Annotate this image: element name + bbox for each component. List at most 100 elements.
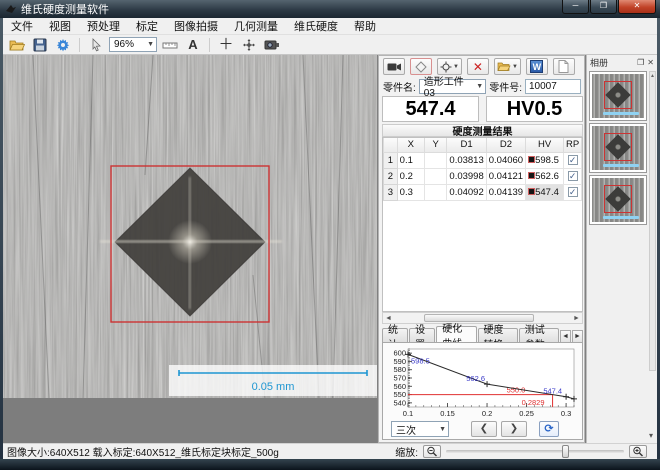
- tab-hardness-conversion[interactable]: 硬度转换: [478, 328, 518, 343]
- open-part-button[interactable]: ▼: [494, 58, 521, 75]
- main-toolbar: 96% ▼ A ＋: [3, 35, 657, 55]
- col-y: Y: [424, 138, 447, 152]
- part-info-row: 零件名: 造形工件03 ▼ 零件号:: [383, 78, 581, 94]
- album-thumbnail[interactable]: [589, 175, 647, 225]
- status-info-text: 图像大小:640X512 载入标定:640X512_维氏标定块标定_500g: [7, 444, 279, 459]
- table-row[interactable]: 1 0.1 0.03813 0.04060 598.5 ✓: [384, 152, 582, 168]
- scale-bar: 0.05 mm: [169, 365, 377, 396]
- zoom-out-button[interactable]: [423, 445, 441, 458]
- crosshair-tool[interactable]: ＋: [216, 36, 236, 53]
- word-icon: W: [530, 60, 543, 73]
- measure-ruler-icon[interactable]: [160, 36, 180, 53]
- save-button[interactable]: [30, 36, 50, 53]
- rp-checkbox[interactable]: ✓: [568, 155, 578, 165]
- table-row[interactable]: 2 0.2 0.03998 0.04121 562.6 ✓: [384, 168, 582, 184]
- zoom-slider-handle[interactable]: [562, 445, 569, 458]
- close-button[interactable]: ✕: [618, 0, 656, 14]
- capture-camera-button[interactable]: [383, 58, 405, 75]
- zoom-slider[interactable]: [446, 450, 624, 453]
- rp-checkbox[interactable]: ✓: [568, 171, 578, 181]
- menu-calibration[interactable]: 标定: [128, 17, 166, 35]
- album-panel: 相册 ❐ ✕: [586, 55, 657, 443]
- specimen-micrograph[interactable]: 0.05 mm: [3, 55, 377, 398]
- svg-text:0.25: 0.25: [519, 409, 534, 418]
- minimize-button[interactable]: ─: [562, 0, 589, 14]
- menu-bar: 文件 视图 预处理 标定 图像拍摄 几何测量 维氏硬度 帮助: [3, 18, 657, 35]
- move-tool-icon[interactable]: [239, 36, 259, 53]
- svg-text:540: 540: [393, 398, 406, 407]
- zoom-label: 缩放:: [395, 444, 418, 459]
- chevron-down-icon: ▼: [512, 64, 518, 70]
- menu-preprocess[interactable]: 预处理: [79, 17, 128, 35]
- new-document-button[interactable]: [553, 58, 575, 75]
- menu-image-capture[interactable]: 图像拍摄: [166, 17, 226, 35]
- zoom-level-combobox[interactable]: 96% ▼: [109, 37, 157, 52]
- chevron-down-icon: ▼: [144, 41, 154, 48]
- menu-geometry-measure[interactable]: 几何测量: [226, 17, 286, 35]
- tab-hardening-curve[interactable]: 硬化曲线: [436, 326, 476, 343]
- tab-settings[interactable]: 设置: [409, 328, 435, 343]
- curve-controls: 三次 ▼ ❮ ❯ ⟳: [383, 419, 582, 439]
- zoom-level-value: 96%: [114, 39, 134, 50]
- scroll-right-icon[interactable]: ►: [571, 315, 582, 322]
- col-hv: HV: [526, 138, 564, 152]
- chevron-down-icon: ▼: [453, 64, 459, 70]
- zoom-in-button[interactable]: [629, 445, 647, 458]
- thumbnail-indentation: [605, 134, 630, 159]
- app-icon: [5, 3, 17, 15]
- menu-vickers-hardness[interactable]: 维氏硬度: [286, 17, 346, 35]
- analysis-tab-bar: 统计 设置 硬化曲线 硬度转换 测试参数 ◄ ►: [382, 326, 583, 343]
- float-panel-icon[interactable]: ❐: [637, 58, 644, 67]
- thumbnail-indentation: [605, 82, 630, 107]
- svg-text:0.1: 0.1: [403, 409, 413, 418]
- open-file-button[interactable]: [7, 36, 27, 53]
- tab-test-parameters[interactable]: 测试参数: [519, 328, 559, 343]
- scrollbar-thumb[interactable]: [424, 314, 534, 322]
- rp-checkbox[interactable]: ✓: [568, 187, 578, 197]
- part-name-label: 零件名:: [383, 79, 416, 94]
- maximize-button[interactable]: ❐: [590, 0, 617, 14]
- hardness-value-display: 547.4: [382, 96, 479, 122]
- next-button[interactable]: ❯: [501, 421, 527, 437]
- indentation-center-glow: [168, 220, 212, 264]
- menu-file[interactable]: 文件: [3, 17, 41, 35]
- refresh-button[interactable]: ⟳: [539, 421, 559, 437]
- part-number-label: 零件号:: [489, 79, 522, 94]
- titlebar[interactable]: 维氏硬度测量软件 ─ ❐ ✕: [0, 0, 660, 18]
- settings-gear-icon[interactable]: [53, 36, 73, 53]
- tab-statistics[interactable]: 统计: [382, 328, 408, 343]
- table-row[interactable]: 3 0.3 0.04092 0.04139 547.4 ✓: [384, 184, 582, 200]
- album-thumbnail[interactable]: [589, 123, 647, 173]
- menu-view[interactable]: 视图: [41, 17, 79, 35]
- hardness-scale-display: HV0.5: [486, 96, 583, 122]
- app-window: 维氏硬度测量软件 ─ ❐ ✕ 文件 视图 预处理 标定 图像拍摄 几何测量 维氏…: [0, 0, 660, 470]
- svg-text:580: 580: [393, 365, 406, 374]
- thumbnail-bounding-box: [604, 81, 632, 109]
- part-name-combobox[interactable]: 造形工件03 ▼: [419, 79, 486, 94]
- measurement-panel: ▼ ✕ ▼ W 零件名: 造形工件03 ▼: [378, 55, 585, 443]
- results-section-title: 硬度测量结果: [382, 124, 583, 137]
- svg-text:560: 560: [393, 382, 406, 391]
- cursor-tool-icon[interactable]: [86, 36, 106, 53]
- previous-button[interactable]: ❮: [471, 421, 497, 437]
- status-bar: 图像大小:640X512 载入标定:640X512_维氏标定块标定_500g 缩…: [3, 443, 657, 459]
- fit-type-combobox[interactable]: 三次 ▼: [391, 421, 449, 437]
- album-scrollbar[interactable]: ▲: [649, 71, 656, 371]
- album-title: 相册: [590, 56, 608, 69]
- chevron-down-icon[interactable]: ▾: [649, 431, 653, 440]
- thumbnail-scale-bar: [603, 216, 639, 219]
- close-panel-icon[interactable]: ✕: [647, 58, 654, 67]
- export-word-button[interactable]: W: [526, 58, 548, 75]
- part-number-input[interactable]: [525, 79, 581, 94]
- col-d2: D2: [486, 138, 525, 152]
- text-annotation-tool[interactable]: A: [183, 36, 203, 53]
- menu-help[interactable]: 帮助: [346, 17, 384, 35]
- col-rp: RP: [564, 138, 582, 152]
- scale-bar-label: 0.05 mm: [252, 381, 295, 393]
- camera-icon[interactable]: [262, 36, 282, 53]
- results-table-container[interactable]: X Y D1 D2 HV RP 1 0.1 0.03813 0.04060 59…: [382, 137, 583, 312]
- album-thumbnail[interactable]: [589, 71, 647, 121]
- thumbnail-bounding-box: [604, 185, 632, 213]
- image-viewer-panel[interactable]: 0.05 mm: [3, 55, 377, 443]
- col-x: X: [397, 138, 424, 152]
